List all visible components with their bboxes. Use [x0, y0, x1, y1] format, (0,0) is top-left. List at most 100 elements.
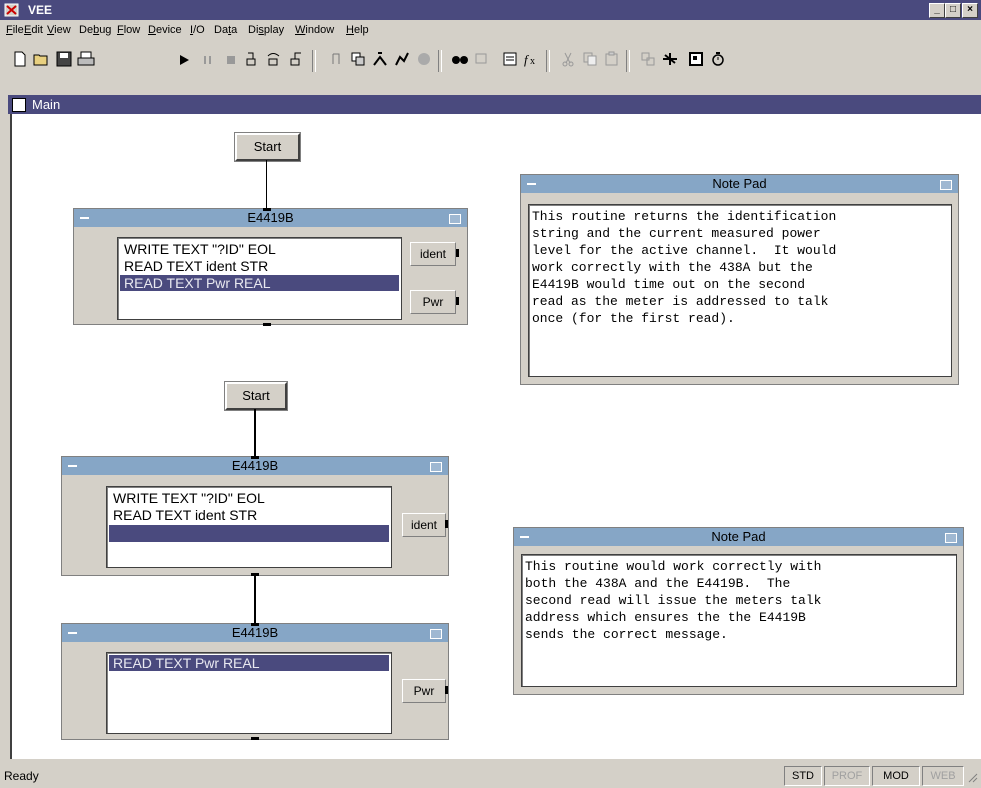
main-window-titlebar: Main	[8, 95, 981, 114]
transaction-list[interactable]: WRITE TEXT "?ID" EOL READ TEXT ident STR…	[117, 237, 402, 320]
menu-file[interactable]: File	[6, 24, 24, 36]
minimize-icon[interactable]	[527, 183, 536, 185]
maximize-icon[interactable]	[449, 214, 461, 224]
menu-io[interactable]: I/O	[190, 24, 205, 36]
output-terminal[interactable]	[456, 249, 459, 257]
clone-icon[interactable]	[638, 51, 658, 71]
output-pin-ident[interactable]: ident	[410, 242, 456, 266]
notepad-text-area[interactable]: This routine returns the identification …	[528, 204, 952, 377]
line-probe-icon[interactable]	[370, 51, 390, 71]
main-window-icon[interactable]	[12, 98, 26, 112]
maximize-icon[interactable]	[430, 462, 442, 472]
e4419b-object-1[interactable]: E4419B WRITE TEXT "?ID" EOL READ TEXT id…	[73, 208, 468, 326]
sequence-wire	[254, 409, 256, 457]
sequence-in-pin[interactable]	[251, 456, 259, 459]
output-pin-ident[interactable]: ident	[402, 513, 446, 537]
sequence-out-pin[interactable]	[251, 737, 259, 740]
minimize-icon[interactable]: _	[929, 3, 945, 18]
menu-view[interactable]: View	[47, 24, 71, 36]
menu-help[interactable]: Help	[346, 24, 369, 36]
maximize-icon[interactable]	[940, 180, 952, 190]
step-out-icon[interactable]	[286, 51, 306, 71]
note-pad-1[interactable]: Note Pad This routine returns the identi…	[520, 174, 959, 385]
paste-icon[interactable]	[602, 51, 622, 71]
menu-display[interactable]: Display	[248, 24, 284, 36]
step-over-icon[interactable]	[264, 51, 284, 71]
show-data-flow-icon[interactable]	[414, 51, 434, 71]
toolbar-separator	[626, 50, 630, 72]
step-into-icon[interactable]	[242, 51, 262, 71]
copy-object-icon[interactable]	[348, 51, 368, 71]
minimize-icon[interactable]	[520, 536, 529, 538]
toolbar-separator	[546, 50, 550, 72]
start-button-2[interactable]: Start	[224, 381, 288, 411]
svg-text:x: x	[530, 56, 535, 67]
run-icon[interactable]	[174, 51, 194, 71]
pause-icon[interactable]	[198, 51, 218, 71]
output-pin-pwr[interactable]: Pwr	[410, 290, 456, 314]
status-bar: Ready STD PROF MOD WEB	[0, 763, 981, 788]
save-icon[interactable]	[54, 51, 74, 71]
breakpoint-icon[interactable]	[326, 51, 346, 71]
status-mod: MOD	[872, 766, 920, 786]
transaction-line-selected[interactable]: READ TEXT Pwr REAL	[120, 275, 399, 291]
output-terminal[interactable]	[456, 297, 459, 305]
stop-icon[interactable]	[221, 51, 241, 71]
transaction-list[interactable]: WRITE TEXT "?ID" EOL READ TEXT ident STR	[106, 486, 392, 568]
object-titlebar: E4419B	[62, 457, 448, 475]
output-terminal[interactable]	[445, 686, 448, 694]
minimize-icon[interactable]	[80, 217, 89, 219]
output-pin-pwr[interactable]: Pwr	[402, 679, 446, 703]
menu-device[interactable]: Device	[148, 24, 182, 36]
maximize-icon[interactable]	[430, 629, 442, 639]
main-window-title: Main	[32, 97, 61, 112]
menu-window[interactable]: Window	[295, 24, 334, 36]
copy-icon[interactable]	[580, 51, 600, 71]
e4419b-object-3[interactable]: E4419B READ TEXT Pwr REAL Pwr	[61, 623, 449, 740]
menu-edit[interactable]: Edit	[24, 24, 43, 36]
close-icon[interactable]: ×	[962, 3, 978, 18]
transaction-line[interactable]: READ TEXT ident STR	[124, 258, 268, 274]
transaction-list[interactable]: READ TEXT Pwr REAL	[106, 652, 392, 734]
transaction-line-selected[interactable]: READ TEXT Pwr REAL	[109, 655, 389, 671]
transaction-line[interactable]: WRITE TEXT "?ID" EOL	[124, 241, 276, 257]
function-icon[interactable]: fx	[522, 51, 542, 71]
object-title: E4419B	[247, 210, 294, 225]
find-icon[interactable]	[450, 51, 470, 71]
notepad-titlebar: Note Pad	[514, 528, 963, 546]
new-icon[interactable]	[10, 51, 30, 71]
sequence-in-pin[interactable]	[251, 623, 259, 626]
e4419b-object-2[interactable]: E4419B WRITE TEXT "?ID" EOL READ TEXT id…	[61, 456, 449, 576]
activity-trace-icon[interactable]	[392, 51, 412, 71]
timer-icon[interactable]	[708, 51, 728, 71]
menu-debug[interactable]: Debug	[79, 24, 111, 36]
notepad-text-area[interactable]: This routine would work correctly with b…	[521, 554, 957, 687]
print-icon[interactable]	[76, 51, 96, 71]
maximize-icon[interactable]: □	[945, 3, 961, 18]
menu-data[interactable]: Data	[214, 24, 237, 36]
start-button-1[interactable]: Start	[234, 132, 301, 162]
transaction-line[interactable]: READ TEXT ident STR	[113, 507, 257, 523]
sequence-out-pin[interactable]	[263, 323, 271, 326]
properties-icon[interactable]	[500, 51, 520, 71]
notepad-text: This routine returns the identification …	[532, 209, 837, 326]
open-icon[interactable]	[32, 51, 52, 71]
panel-icon[interactable]	[686, 51, 706, 71]
menu-bar: File Edit View Debug Flow Device I/O Dat…	[0, 20, 981, 40]
cut-icon[interactable]	[558, 51, 578, 71]
vee-app-icon[interactable]	[4, 2, 20, 18]
menu-flow[interactable]: Flow	[117, 24, 140, 36]
note-pad-2[interactable]: Note Pad This routine would work correct…	[513, 527, 964, 695]
title-bar: VEE _ □ ×	[0, 0, 981, 20]
minimize-icon[interactable]	[68, 465, 77, 467]
zoom-icon[interactable]	[472, 51, 492, 71]
maximize-icon[interactable]	[945, 533, 957, 543]
minimize-icon[interactable]	[68, 632, 77, 634]
instrument-manager-icon[interactable]	[660, 51, 680, 71]
transaction-line-selected[interactable]	[109, 525, 389, 542]
output-terminal[interactable]	[445, 520, 448, 528]
status-prof: PROF	[824, 766, 870, 786]
resize-grip-icon[interactable]	[966, 771, 978, 783]
transaction-line[interactable]: WRITE TEXT "?ID" EOL	[113, 490, 265, 506]
sequence-in-pin[interactable]	[263, 208, 271, 211]
